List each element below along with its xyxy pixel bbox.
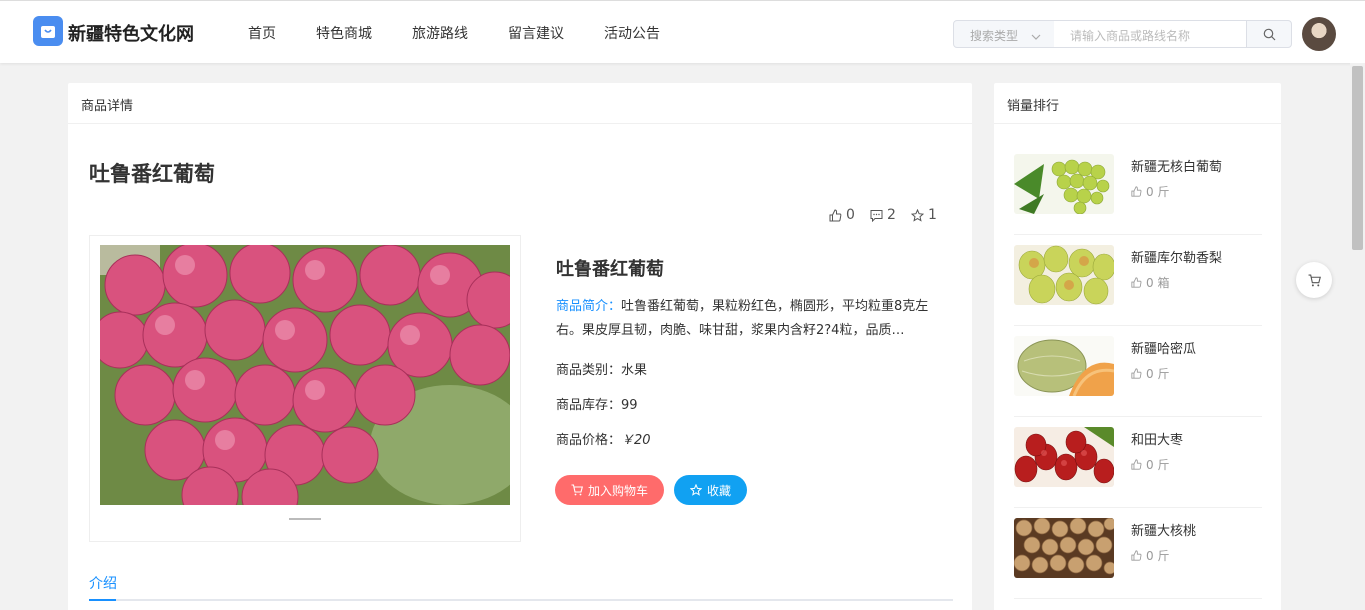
ranking-item[interactable]: 新疆大核桃 0 斤 [1014, 508, 1262, 599]
favorites-stat[interactable]: 1 [911, 207, 937, 223]
product-category: 商品类别：水果 [556, 363, 648, 378]
sales-value: 0 斤 [1146, 458, 1170, 472]
product-image-carousel[interactable] [89, 235, 521, 542]
tab-active-indicator [89, 599, 116, 601]
carousel-indicator[interactable] [289, 518, 321, 520]
price-label: 商品价格： [556, 433, 622, 448]
product-title: 吐鲁番红葡萄 [89, 162, 215, 186]
ranking-item-name: 新疆大核桃 [1131, 524, 1197, 539]
star-outline-icon [689, 484, 702, 496]
product-detail-panel: 商品详情 吐鲁番红葡萄 0 2 1 吐鲁番红葡萄 商品简介：吐鲁番红葡萄，果粒粉… [68, 83, 972, 610]
ranking-item-sales: 0 斤 [1131, 365, 1169, 382]
ranking-item-sales: 0 箱 [1131, 274, 1169, 291]
product-thumbnail [1014, 336, 1114, 396]
product-thumbnail [1014, 245, 1114, 305]
floating-cart-button[interactable] [1296, 262, 1332, 298]
product-price: 商品价格：￥20 [556, 429, 651, 448]
sales-ranking-panel: 销量排行 新疆无核白葡萄 0 斤 新疆库尔勒香梨 0 箱 新疆哈密瓜 0 斤 和… [994, 83, 1281, 610]
search-input[interactable]: 请输入商品或路线名称 [1054, 20, 1247, 48]
product-thumbnail [1014, 518, 1114, 578]
comment-icon [870, 209, 883, 222]
ranking-item-name: 新疆无核白葡萄 [1131, 160, 1223, 175]
ranking-item[interactable]: 新疆库尔勒香梨 0 箱 [1014, 235, 1262, 326]
intro-label: 商品简介： [556, 299, 622, 314]
comments-count: 2 [887, 207, 896, 223]
cart-icon [1308, 274, 1321, 286]
page-scrollbar[interactable] [1350, 63, 1365, 610]
shopping-bag-logo-icon[interactable] [33, 16, 63, 46]
product-image [100, 245, 510, 505]
product-thumbnail [1014, 154, 1114, 214]
nav-message[interactable]: 留言建议 [508, 23, 564, 43]
search-type-label: 搜索类型 [970, 29, 1019, 43]
likes-stat[interactable]: 0 [829, 207, 855, 223]
detail-panel-title: 商品详情 [68, 83, 972, 124]
ranking-item[interactable]: 和田大枣 0 斤 [1014, 417, 1262, 508]
star-icon [911, 208, 924, 222]
product-intro: 商品简介：吐鲁番红葡萄，果粒粉红色，椭圆形，平均粒重8克左右。果皮厚且韧，肉脆、… [556, 295, 946, 343]
ranking-item-name: 新疆库尔勒香梨 [1131, 251, 1223, 266]
thumb-up-icon [1131, 550, 1142, 561]
ranking-item-sales: 0 斤 [1131, 456, 1169, 473]
sales-value: 0 箱 [1146, 276, 1170, 290]
ranking-item-sales: 0 斤 [1131, 547, 1169, 564]
ranking-panel-title: 销量排行 [994, 83, 1281, 124]
thumb-up-icon [1131, 186, 1142, 197]
nav-travel[interactable]: 旅游路线 [412, 23, 468, 43]
product-thumbnail [1014, 427, 1114, 487]
comments-stat[interactable]: 2 [870, 207, 896, 223]
site-logo-text[interactable]: 新疆特色文化网 [68, 20, 194, 46]
sales-value: 0 斤 [1146, 185, 1170, 199]
scrollbar-thumb[interactable] [1352, 66, 1363, 250]
nav-mall[interactable]: 特色商城 [316, 23, 372, 43]
sales-value: 0 斤 [1146, 549, 1170, 563]
thumb-up-icon [1131, 368, 1142, 379]
search-icon [1263, 28, 1275, 40]
favorites-count: 1 [928, 207, 937, 223]
likes-count: 0 [846, 207, 855, 223]
search-button[interactable] [1246, 20, 1292, 48]
thumb-up-icon [829, 208, 842, 221]
thumb-up-icon [1131, 459, 1142, 470]
nav-announcement[interactable]: 活动公告 [604, 23, 660, 43]
cart-icon [571, 484, 583, 496]
ranking-item-sales: 0 斤 [1131, 183, 1169, 200]
nav-home[interactable]: 首页 [248, 23, 276, 43]
ranking-item-name: 新疆哈密瓜 [1131, 342, 1197, 357]
ranking-item[interactable]: 新疆哈密瓜 0 斤 [1014, 326, 1262, 417]
add-to-cart-label: 加入购物车 [587, 483, 648, 498]
tab-divider [89, 599, 953, 601]
thumb-up-icon [1131, 277, 1142, 288]
ranking-item[interactable]: 新疆无核白葡萄 0 斤 [1014, 144, 1262, 235]
collect-button[interactable]: 收藏 [674, 475, 747, 505]
price-value: ￥20 [621, 433, 651, 448]
product-stock: 商品库存：99 [556, 398, 638, 413]
tab-intro[interactable]: 介绍 [89, 573, 117, 593]
chevron-down-icon [1031, 30, 1041, 44]
add-to-cart-button[interactable]: 加入购物车 [555, 475, 664, 505]
search-type-select[interactable]: 搜索类型 [953, 20, 1055, 48]
info-title: 吐鲁番红葡萄 [556, 259, 664, 280]
collect-label: 收藏 [706, 483, 731, 498]
top-navbar: 新疆特色文化网 首页 特色商城 旅游路线 留言建议 活动公告 搜索类型 请输入商… [0, 0, 1365, 63]
ranking-item-name: 和田大枣 [1131, 433, 1184, 448]
user-avatar[interactable] [1302, 17, 1336, 51]
sales-value: 0 斤 [1146, 367, 1170, 381]
